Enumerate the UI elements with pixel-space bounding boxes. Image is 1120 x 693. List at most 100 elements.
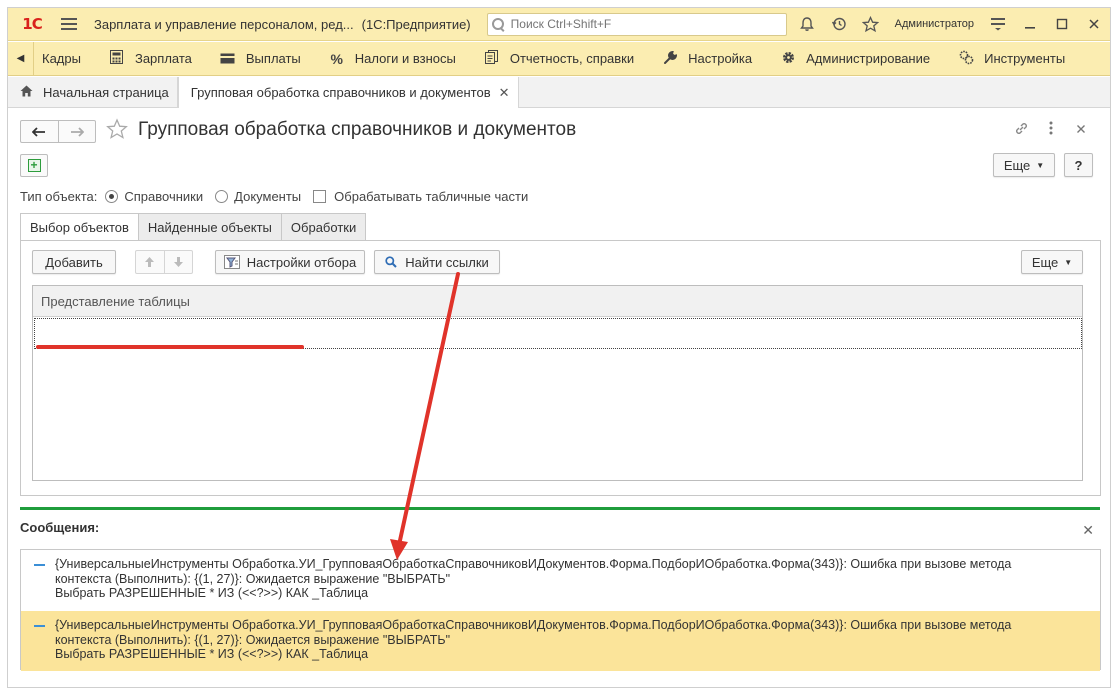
message-line: Выбрать РАЗРЕШЕННЫЕ * ИЗ (<<?>>) КАК _Та…: [55, 647, 369, 661]
tab-home[interactable]: Начальная страница: [8, 77, 178, 107]
home-icon: [20, 84, 33, 100]
section-nastroika[interactable]: Настройка: [648, 42, 766, 76]
chevron-down-icon: ▼: [1064, 257, 1073, 267]
message-line: {УниверсальныеИнструменты Обработка.УИ_Г…: [55, 557, 1012, 571]
section-label: Отчетность, справки: [509, 51, 635, 66]
section-label: Кадры: [42, 51, 81, 66]
favorites-star-icon[interactable]: [855, 8, 887, 41]
app-platform: (1С:Предприятие): [361, 16, 471, 32]
percent-icon: %: [330, 50, 343, 67]
section-kadry[interactable]: Кадры: [34, 42, 95, 76]
tab-home-label: Начальная страница: [43, 84, 169, 100]
radio-documents[interactable]: [215, 190, 229, 203]
messages-divider: [20, 507, 1100, 510]
minimize-icon[interactable]: [1014, 8, 1046, 41]
close-messages-icon[interactable]: ✕: [1082, 522, 1094, 539]
move-up-icon[interactable]: [136, 251, 164, 273]
tools-icon: [958, 49, 974, 68]
radio-catalogs-label[interactable]: Справочники: [124, 189, 203, 204]
search-input[interactable]: [508, 16, 779, 32]
tab-processings[interactable]: Обработки: [280, 213, 367, 240]
filter-icon: [223, 255, 240, 269]
more-button[interactable]: Еще ▼: [993, 153, 1055, 177]
bell-icon[interactable]: [791, 8, 823, 41]
section-vyplaty[interactable]: Выплаты: [206, 42, 315, 76]
app-window: 1С Зарплата и управление персоналом, ред…: [7, 7, 1111, 688]
tab-more-button[interactable]: Еще ▼: [1021, 250, 1083, 274]
link-icon[interactable]: [1006, 121, 1036, 139]
section-label: Администрирование: [806, 51, 931, 66]
find-links-label: Найти ссылки: [405, 254, 489, 270]
message-line: {УниверсальныеИнструменты Обработка.УИ_Г…: [55, 618, 1012, 632]
add-label: Добавить: [45, 254, 103, 270]
inner-tabs: Выбор объектов Найденные объекты Обработ…: [20, 213, 367, 241]
message-item-selected[interactable]: {УниверсальныеИнструменты Обработка.УИ_Г…: [21, 611, 1100, 671]
history-icon[interactable]: [823, 8, 855, 41]
object-type-label: Тип объекта:: [20, 189, 98, 204]
section-label: Выплаты: [245, 51, 301, 66]
favorite-star-icon[interactable]: [106, 118, 128, 146]
wrench-icon: [662, 50, 678, 68]
app-logo: 1С: [22, 15, 42, 33]
close-form-icon[interactable]: [1066, 121, 1096, 139]
help-button[interactable]: ?: [1064, 153, 1093, 177]
form-menu-icon[interactable]: [1036, 121, 1066, 139]
page-title: Групповая обработка справочников и докум…: [138, 119, 577, 140]
radio-catalogs[interactable]: [105, 190, 119, 203]
help-label: ?: [1074, 157, 1083, 173]
messages-title: Сообщения:: [20, 520, 100, 535]
column-header-representation: Представление таблицы: [41, 293, 190, 309]
section-instrumenty[interactable]: Инструменты: [944, 42, 1079, 76]
radio-documents-label[interactable]: Документы: [234, 189, 301, 204]
open-windows-bar: Начальная страница Групповая обработка с…: [8, 77, 1110, 108]
section-administrirovanie[interactable]: Администрирование: [766, 42, 944, 76]
app-title: Зарплата и управление персоналом, ред...: [94, 16, 354, 32]
table-header[interactable]: Представление таблицы: [33, 286, 1082, 317]
user-name[interactable]: Администратор: [895, 18, 974, 30]
tabular-parts-checkbox[interactable]: [313, 190, 327, 203]
messages-list: {УниверсальныеИнструменты Обработка.УИ_Г…: [20, 549, 1101, 671]
forward-arrow-icon[interactable]: [57, 121, 96, 142]
section-label: Настройка: [688, 51, 753, 66]
settings-menu-icon[interactable]: [982, 8, 1014, 41]
annotation-underline: [36, 345, 304, 349]
add-button[interactable]: Добавить: [32, 250, 116, 274]
more-label: Еще: [1003, 157, 1031, 173]
message-item[interactable]: {УниверсальныеИнструменты Обработка.УИ_Г…: [21, 550, 1100, 610]
form-controls: [1006, 121, 1096, 139]
main-menu-icon[interactable]: [61, 18, 77, 30]
message-line: контекста (Выполнить): {(1, 27)}: Ожидае…: [55, 571, 451, 586]
maximize-icon[interactable]: [1046, 8, 1078, 41]
tab-group-processing[interactable]: Групповая обработка справочников и докум…: [177, 77, 519, 108]
tab-found-objects[interactable]: Найденные объекты: [137, 213, 282, 240]
tab-current-label: Групповая обработка справочников и докум…: [190, 85, 491, 100]
search-box[interactable]: [486, 12, 787, 36]
section-otchetnost[interactable]: Отчетность, справки: [470, 42, 648, 76]
move-buttons: [135, 250, 193, 274]
filter-settings-button[interactable]: Настройки отбора: [215, 250, 365, 274]
section-label: Налоги и взносы: [354, 51, 456, 66]
section-label: Зарплата: [134, 51, 192, 66]
message-dash-icon: [34, 564, 45, 566]
find-links-button[interactable]: Найти ссылки: [374, 250, 500, 274]
add-icon: +: [27, 159, 41, 172]
section-label: Инструменты: [984, 51, 1066, 66]
title-bar: 1С Зарплата и управление персоналом, ред…: [8, 8, 1110, 41]
close-tab-icon[interactable]: ✕: [499, 85, 510, 101]
search-icon: [385, 256, 397, 268]
tab-more-label: Еще: [1031, 254, 1059, 270]
tab-object-selection[interactable]: Выбор объектов: [20, 213, 139, 241]
sections-scroll-left-icon[interactable]: ◀: [8, 41, 34, 76]
back-arrow-icon[interactable]: [21, 121, 58, 142]
message-line: контекста (Выполнить): {(1, 27)}: Ожидае…: [55, 632, 451, 647]
section-nalogi[interactable]: % Налоги и взносы: [315, 42, 470, 76]
create-new-button[interactable]: +: [20, 154, 48, 177]
section-zarplata[interactable]: Зарплата: [95, 42, 206, 76]
move-down-icon[interactable]: [163, 251, 193, 273]
search-icon: [491, 17, 505, 31]
objects-table[interactable]: Представление таблицы: [32, 285, 1083, 481]
tabular-parts-label[interactable]: Обрабатывать табличные части: [334, 189, 528, 204]
chevron-down-icon: ▼: [1036, 160, 1045, 170]
close-window-icon[interactable]: [1078, 8, 1110, 41]
filter-settings-label: Настройки отбора: [246, 254, 357, 270]
